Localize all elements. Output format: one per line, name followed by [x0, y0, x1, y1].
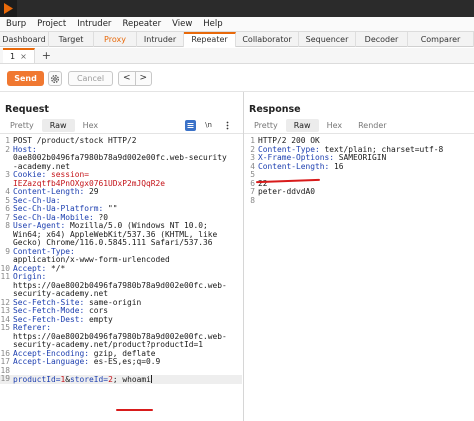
line-segment: es-ES,es;q=0.9: [89, 357, 161, 366]
tab-decoder[interactable]: Decoder: [356, 32, 408, 47]
tab-comparer[interactable]: Comparer: [408, 32, 474, 47]
line-number: 19: [0, 374, 10, 383]
line-text: productId=1&storeId=2; whoami: [13, 375, 152, 385]
line-text: Content-Length: 16: [258, 161, 344, 172]
menu-help[interactable]: Help: [203, 19, 222, 29]
line-segment: 16: [329, 161, 344, 171]
tab-intruder[interactable]: Intruder: [137, 32, 184, 47]
response-tab-render[interactable]: Render: [350, 119, 394, 132]
line-text: peter-ddvdA0: [258, 187, 316, 197]
menu-view[interactable]: View: [172, 19, 192, 29]
response-tab-raw[interactable]: Raw: [285, 119, 319, 132]
repeater-tabs: 1 × +: [0, 48, 474, 64]
close-icon[interactable]: ×: [20, 52, 27, 61]
request-editor[interactable]: 1 POST /product/stock HTTP/2 2 Host: 0ae8002…: [0, 136, 242, 385]
header-name: storeId=: [70, 375, 109, 384]
request-tab-pretty[interactable]: Pretty: [2, 119, 42, 132]
line-number: 8: [250, 195, 255, 205]
line-number: 8: [5, 221, 10, 230]
list-icon: [187, 123, 194, 128]
menu-repeater[interactable]: Repeater: [122, 19, 161, 29]
panel-splitter[interactable]: [243, 92, 244, 421]
code-line: 5: [245, 170, 473, 180]
request-divider: [0, 133, 243, 134]
send-button[interactable]: Send: [7, 71, 44, 86]
tab-collaborator[interactable]: Collaborator: [236, 32, 299, 47]
cancel-button[interactable]: Cancel: [68, 71, 113, 86]
tab-proxy[interactable]: Proxy: [94, 32, 137, 47]
request-view-tabs: Pretty Raw Hex: [2, 119, 106, 132]
header-name: Accept-Language:: [13, 357, 90, 366]
response-view-tabs: Pretty Raw Hex Render: [246, 119, 395, 132]
code-line: 4 Content-Length: 16: [245, 161, 473, 172]
request-title: Request: [5, 104, 49, 115]
tool-tabs: Dashboard Target Proxy Intruder Repeater…: [0, 32, 474, 47]
line-number: 2: [5, 144, 10, 154]
line-number: 3: [5, 170, 10, 179]
tab-sequencer[interactable]: Sequencer: [299, 32, 356, 47]
response-divider: [244, 133, 474, 134]
line-segment: ; whoami: [112, 375, 151, 384]
header-name: Content-Length:: [258, 161, 330, 171]
tab-target[interactable]: Target: [49, 32, 94, 47]
response-title: Response: [249, 104, 301, 115]
message-actions-button[interactable]: [185, 120, 196, 131]
add-tab-icon[interactable]: +: [42, 48, 51, 63]
back-button[interactable]: <: [119, 72, 136, 85]
tab-dashboard[interactable]: Dashboard: [0, 32, 49, 47]
gear-icon: [51, 74, 59, 83]
repeater-tab-label: 1: [10, 52, 16, 61]
menu-project[interactable]: Project: [37, 19, 66, 29]
line-number: 11: [0, 272, 10, 281]
header-name: productId=: [13, 375, 61, 384]
menu-burp[interactable]: Burp: [6, 19, 26, 29]
newline-toggle-icon[interactable]: \n: [203, 120, 214, 131]
title-bar: [0, 0, 474, 17]
tab-repeater[interactable]: Repeater: [184, 32, 236, 47]
repeater-tab-1[interactable]: 1 ×: [3, 48, 35, 63]
line-number: 9: [5, 246, 10, 256]
forward-button[interactable]: >: [136, 72, 152, 85]
line-segment: 29: [84, 187, 99, 196]
code-line: 18: [0, 366, 242, 376]
code-line: 7 peter-ddvdA0: [245, 187, 473, 197]
annotation-underline-request: [116, 409, 153, 411]
history-nav: < >: [118, 71, 152, 86]
code-line: 19 productId=1&storeId=2; whoami: [0, 374, 242, 385]
line-number: 15: [0, 323, 10, 332]
settings-button[interactable]: [48, 71, 62, 86]
line-segment: */*: [46, 263, 66, 273]
text-cursor: [150, 375, 152, 383]
line-text: Accept-Language: es-ES,es;q=0.9: [13, 357, 161, 367]
burp-logo-icon: [0, 0, 17, 17]
menu-intruder[interactable]: Intruder: [77, 19, 111, 29]
repeater-toolbar: Send Cancel < >: [0, 65, 474, 92]
line-segment: peter-ddvdA0: [258, 187, 316, 196]
request-tab-hex[interactable]: Hex: [75, 119, 107, 132]
code-line: 8: [245, 195, 473, 206]
menu-kebab-icon[interactable]: [222, 120, 233, 131]
line-segment: empty: [84, 314, 113, 324]
code-line: 17 Accept-Language: es-ES,es;q=0.9: [0, 357, 242, 367]
response-tab-hex[interactable]: Hex: [319, 119, 351, 132]
request-tab-raw[interactable]: Raw: [41, 119, 75, 132]
menu-bar: Burp Project Intruder Repeater View Help: [0, 17, 474, 32]
response-tab-pretty[interactable]: Pretty: [246, 119, 286, 132]
response-editor[interactable]: 1 HTTP/2 200 OK 2 Content-Type: text/plain;…: [245, 136, 473, 206]
